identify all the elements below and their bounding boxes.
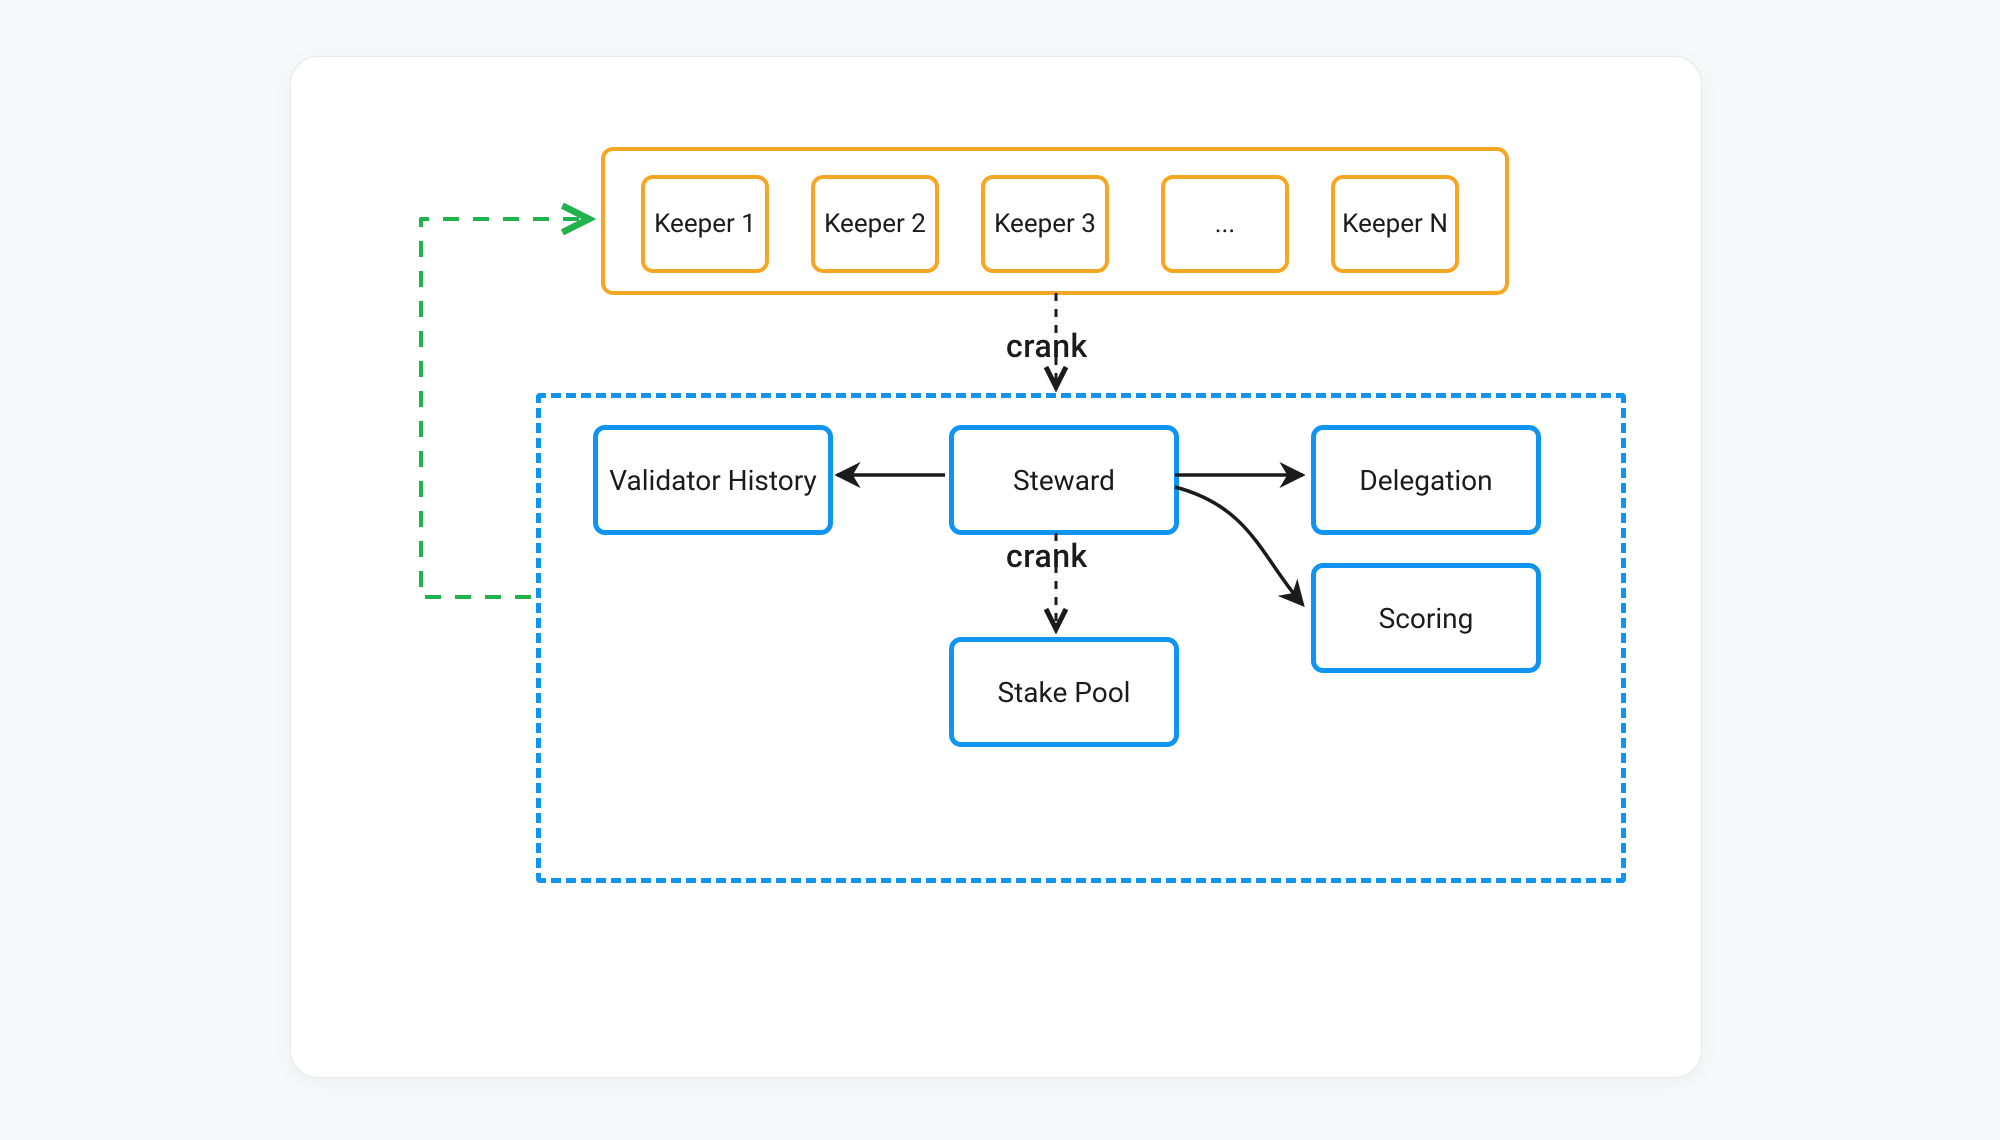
diagram: Keeper 1 Keeper 2 Keeper 3 ... Keeper N …: [291, 57, 1701, 1077]
edge-steward-to-scoring: [1175, 487, 1303, 605]
connectors: [291, 57, 1701, 1077]
edge-feedback-green: [421, 219, 589, 597]
diagram-card: Keeper 1 Keeper 2 Keeper 3 ... Keeper N …: [290, 56, 1702, 1078]
diagram-stage: Keeper 1 Keeper 2 Keeper 3 ... Keeper N …: [0, 0, 2000, 1140]
